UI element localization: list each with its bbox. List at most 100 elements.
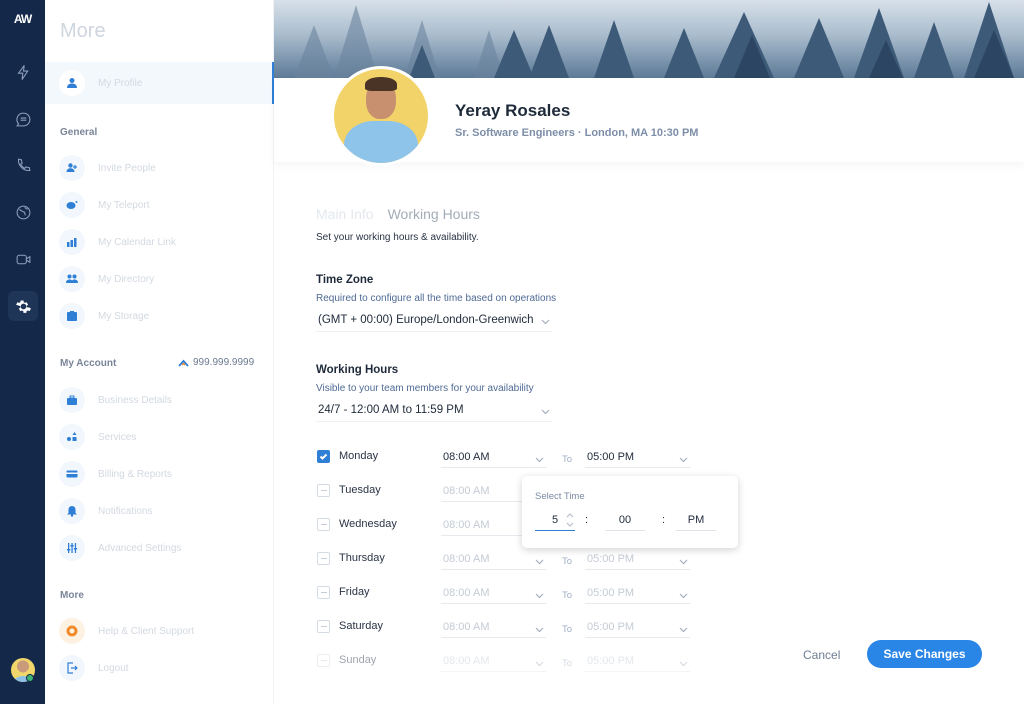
lightning-icon[interactable] <box>8 57 38 87</box>
day-name: Saturday <box>339 620 384 632</box>
sidebar-item-label: Logout <box>98 662 129 674</box>
section-general: General <box>60 127 98 138</box>
from-time-select[interactable]: 08:00 AM <box>441 650 546 672</box>
phone-icon[interactable] <box>8 150 38 180</box>
day-checkbox[interactable] <box>317 484 330 497</box>
bell-icon <box>59 498 85 524</box>
save-changes-button[interactable]: Save Changes <box>867 640 982 668</box>
to-time-select[interactable]: 05:00 PM <box>585 446 690 468</box>
day-row-sunday: Sunday 08:00 AM To 05:00 PM <box>317 650 717 672</box>
tab-description: Set your working hours & availability. <box>316 232 479 243</box>
sidebar-item-label: Advanced Settings <box>98 542 182 554</box>
sidebar-item-my-storage[interactable]: My Storage <box>59 303 149 329</box>
sidebar-item-help-support[interactable]: Help & Client Support <box>59 618 194 644</box>
from-time-value: 08:00 AM <box>443 518 490 531</box>
sidebar-item-billing-reports[interactable]: Billing & Reports <box>59 461 172 487</box>
sidebar-item-my-profile-content[interactable]: My Profile <box>59 70 142 96</box>
sidebar-item-my-directory[interactable]: My Directory <box>59 266 154 292</box>
period-field[interactable]: PM <box>676 509 716 531</box>
to-time-select[interactable]: 05:00 PM <box>585 650 690 672</box>
timezone-select[interactable]: (GMT + 00:00) Europe/London-Greenwich <box>316 308 552 332</box>
video-icon[interactable] <box>8 244 38 274</box>
working-hours-select[interactable]: 24/7 - 12:00 AM to 11:59 PM <box>316 398 552 422</box>
sidebar-item-label: Invite People <box>98 162 156 174</box>
chat-icon[interactable] <box>8 104 38 134</box>
sidebar-item-notifications[interactable]: Notifications <box>59 498 152 524</box>
day-name: Friday <box>339 586 370 598</box>
from-time-value: 08:00 AM <box>443 450 490 463</box>
day-name: Thursday <box>339 552 385 564</box>
sidebar-item-label: My Storage <box>98 310 150 322</box>
tab-main-info[interactable]: Main Info <box>316 206 374 222</box>
user-plus-icon <box>59 155 85 181</box>
day-checkbox[interactable] <box>317 586 330 599</box>
sidebar-item-business-details[interactable]: Business Details <box>59 387 172 413</box>
to-time-select[interactable]: 05:00 PM <box>585 582 690 604</box>
chevron-down-icon <box>535 658 544 670</box>
to-time-select[interactable]: 05:00 PM <box>585 616 690 638</box>
briefcase-icon <box>59 387 85 413</box>
from-time-value: 08:00 AM <box>443 484 490 497</box>
to-label: To <box>562 556 573 567</box>
chevron-down-icon <box>535 454 544 466</box>
day-row-monday: Monday 08:00 AM To 05:00 PM <box>317 446 717 468</box>
sidebar-item-advanced-settings[interactable]: Advanced Settings <box>59 535 181 561</box>
sidebar-item-logout[interactable]: Logout <box>59 655 129 681</box>
day-checkbox[interactable] <box>317 450 330 463</box>
sidebar-item-label: Services <box>98 431 137 443</box>
logout-icon <box>59 655 85 681</box>
day-name: Sunday <box>339 654 377 666</box>
to-time-select[interactable]: 05:00 PM <box>585 548 690 570</box>
cancel-button[interactable]: Cancel <box>803 648 840 662</box>
check-icon <box>319 453 328 460</box>
day-row-thursday: Thursday 08:00 AM To 05:00 PM <box>317 548 717 570</box>
profile-avatar[interactable] <box>331 66 431 166</box>
sidebar-title: More <box>60 20 106 42</box>
day-checkbox[interactable] <box>317 552 330 565</box>
chevron-down-icon <box>679 658 688 670</box>
sidebar-item-services[interactable]: Services <box>59 424 136 450</box>
gear-icon[interactable] <box>8 291 38 321</box>
from-time-select[interactable]: 08:00 AM <box>441 616 546 638</box>
time-separator: : <box>662 514 666 526</box>
chevron-down-icon <box>535 590 544 602</box>
app-logo[interactable]: AW <box>0 12 45 26</box>
working-hours-title: Working Hours <box>316 364 399 376</box>
storage-icon <box>59 303 85 329</box>
stepper-arrows-icon <box>566 513 574 527</box>
day-checkbox[interactable] <box>317 654 330 667</box>
to-time-value: 05:00 PM <box>587 620 635 633</box>
tab-working-hours[interactable]: Working Hours <box>388 206 480 222</box>
day-name: Tuesday <box>339 484 381 496</box>
home-icon <box>178 359 189 367</box>
sidebar-item-label: Notifications <box>98 505 153 517</box>
hour-stepper[interactable] <box>566 512 574 528</box>
services-icon <box>59 424 85 450</box>
credit-card-icon <box>59 461 85 487</box>
day-row-friday: Friday 08:00 AM To 05:00 PM <box>317 582 717 604</box>
sidebar-item-invite-people[interactable]: Invite People <box>59 155 156 181</box>
chevron-down-icon <box>679 454 688 466</box>
user-icon <box>59 70 85 96</box>
sidebar-item-my-calendar-link[interactable]: My Calendar Link <box>59 229 176 255</box>
from-time-select[interactable]: 08:00 AM <box>441 548 546 570</box>
profile-subtitle: Sr. Software Engineers · London, MA 10:3… <box>455 127 699 139</box>
minute-field[interactable]: 00 <box>605 509 645 531</box>
globe-icon[interactable] <box>8 197 38 227</box>
chevron-down-icon <box>679 624 688 636</box>
to-time-value: 05:00 PM <box>587 586 635 599</box>
calendar-link-icon <box>59 229 85 255</box>
chevron-down-icon <box>679 556 688 568</box>
from-time-select[interactable]: 08:00 AM <box>441 582 546 604</box>
timezone-subtitle: Required to configure all the time based… <box>316 293 557 304</box>
to-time-value: 05:00 PM <box>587 552 635 565</box>
to-label: To <box>562 590 573 601</box>
day-checkbox[interactable] <box>317 518 330 531</box>
day-checkbox[interactable] <box>317 620 330 633</box>
sidebar-item-my-teleport[interactable]: My Teleport <box>59 192 150 218</box>
to-time-value: 05:00 PM <box>587 450 635 463</box>
users-icon <box>59 266 85 292</box>
from-time-value: 08:00 AM <box>443 586 490 599</box>
chevron-down-icon <box>679 590 688 602</box>
from-time-select[interactable]: 08:00 AM <box>441 446 546 468</box>
